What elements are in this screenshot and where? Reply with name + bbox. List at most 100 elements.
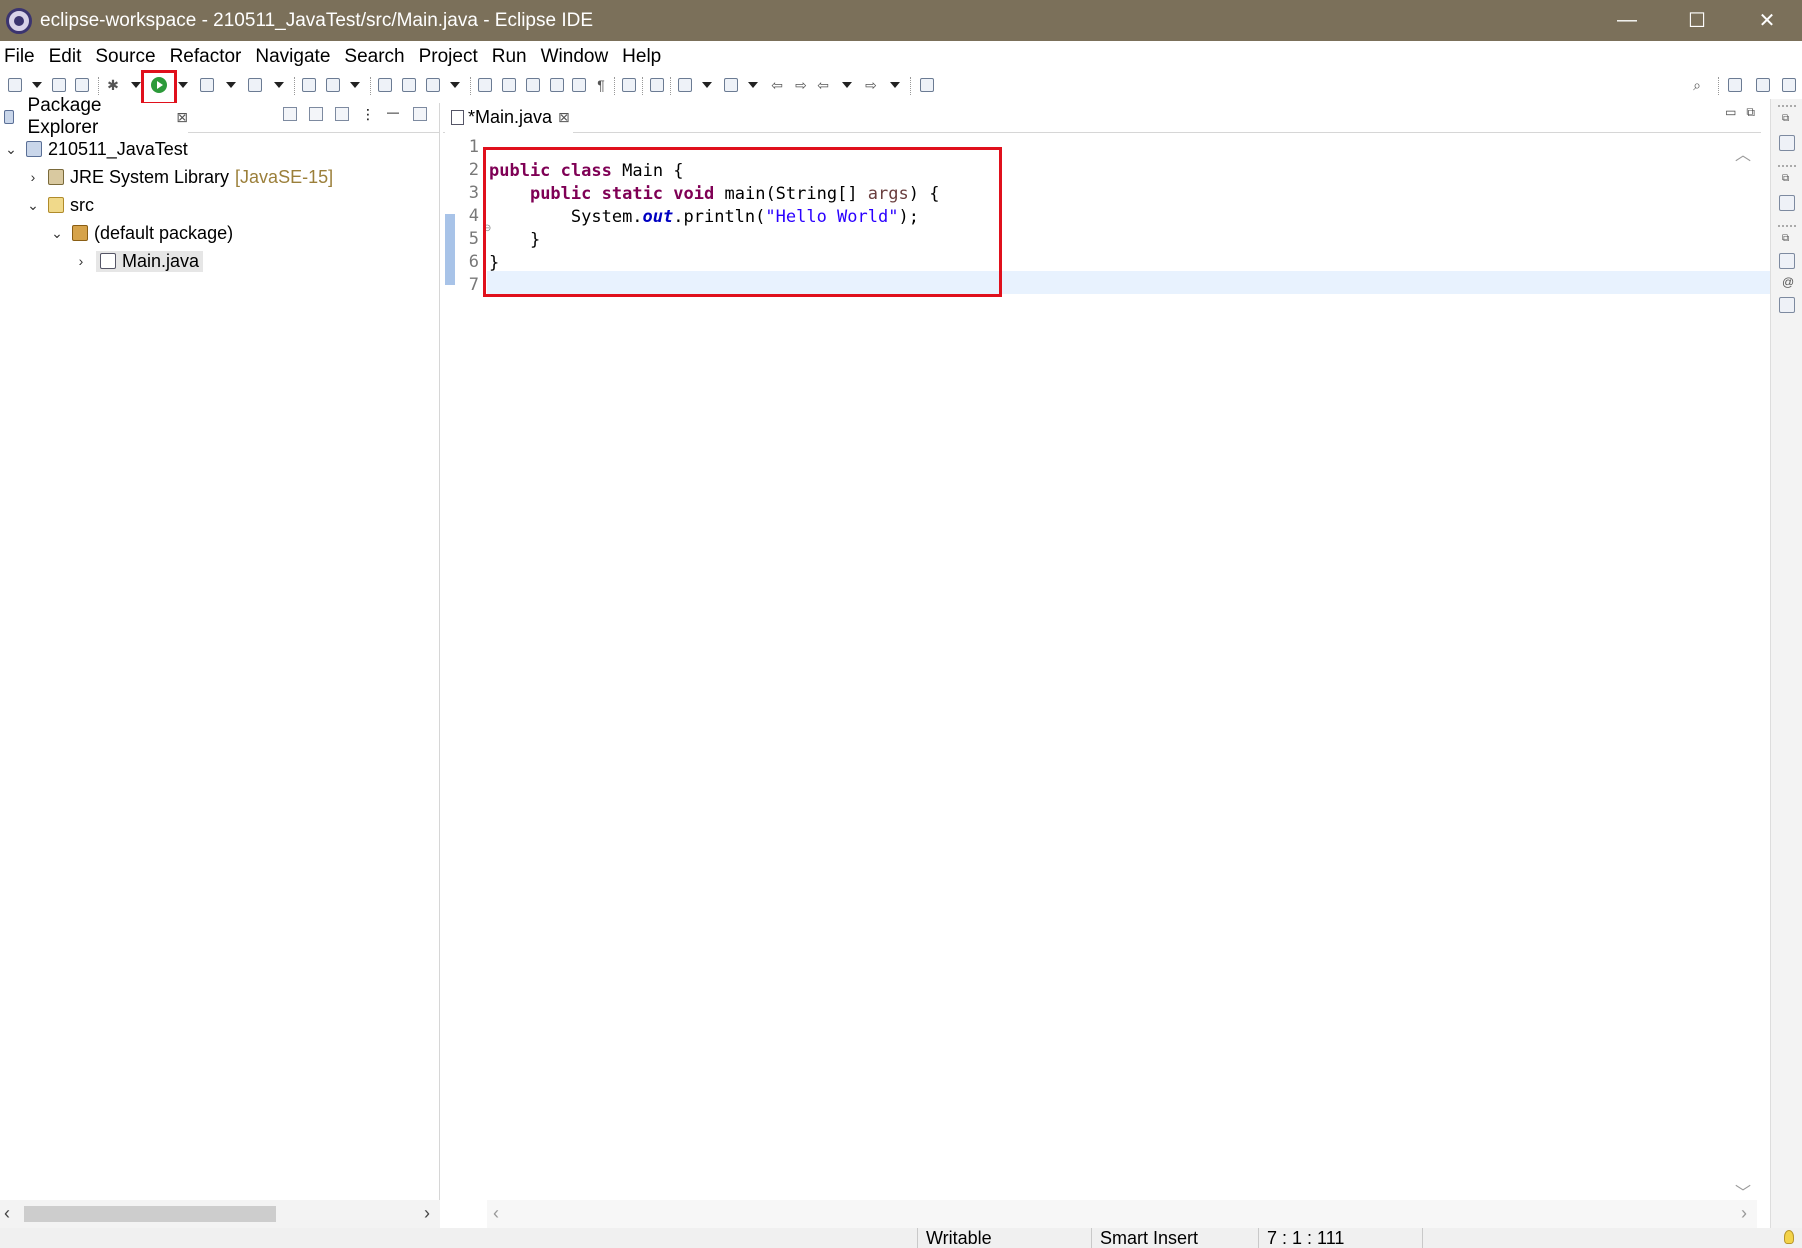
menu-bar: File Edit Source Refactor Navigate Searc…: [0, 41, 1802, 73]
view-menu-icon[interactable]: ⋮: [361, 107, 375, 121]
coverage-icon[interactable]: [198, 76, 216, 94]
java-ee-perspective-icon[interactable]: [1754, 76, 1772, 94]
close-button[interactable]: ✕: [1732, 0, 1802, 41]
menu-run[interactable]: Run: [492, 44, 527, 70]
close-tab-icon[interactable]: ⊠: [558, 109, 570, 126]
menu-help[interactable]: Help: [622, 44, 661, 70]
filters-icon[interactable]: [335, 107, 349, 121]
maximize-view-icon[interactable]: [413, 107, 427, 121]
tree-item-jre-library[interactable]: › JRE System Library [JavaSE-15]: [26, 164, 333, 190]
save-all-icon[interactable]: [73, 76, 91, 94]
new-icon[interactable]: [6, 76, 24, 94]
forward-dropdown-icon[interactable]: [886, 76, 904, 94]
next-annotation-icon[interactable]: [676, 76, 694, 94]
scroll-right-icon[interactable]: ›: [1741, 1203, 1747, 1224]
external-tools-dropdown-icon[interactable]: [270, 76, 288, 94]
scroll-left-icon[interactable]: ‹: [4, 1203, 10, 1224]
skip-breakpoints-icon[interactable]: [648, 76, 666, 94]
chevron-down-icon[interactable]: ⌄: [50, 225, 64, 242]
mark-occurrences-icon[interactable]: [500, 76, 518, 94]
restore-icon[interactable]: ⧉: [1782, 173, 1789, 184]
open-perspective-icon[interactable]: [1726, 76, 1744, 94]
next-annotation-dropdown-icon[interactable]: [698, 76, 716, 94]
chevron-right-icon[interactable]: ›: [74, 253, 88, 269]
minimize-view-icon[interactable]: —: [387, 106, 401, 121]
task-list-icon[interactable]: [1779, 135, 1795, 151]
annotation-icon[interactable]: [476, 76, 494, 94]
open-task-icon[interactable]: [400, 76, 418, 94]
open-type-icon[interactable]: [376, 76, 394, 94]
restore-icon[interactable]: ⧉: [1782, 233, 1789, 244]
scroll-up-icon[interactable]: ︿: [1735, 141, 1751, 165]
menu-search[interactable]: Search: [344, 44, 404, 70]
menu-project[interactable]: Project: [419, 44, 478, 70]
library-icon: [48, 169, 64, 185]
editor-tab-main-java[interactable]: *Main.java ⊠: [445, 103, 573, 133]
package-explorer-icon: [4, 110, 14, 124]
search-dropdown-icon[interactable]: [446, 76, 464, 94]
scrollbar-thumb[interactable]: [24, 1206, 276, 1222]
forward-icon[interactable]: ⇨: [862, 76, 880, 94]
menu-navigate[interactable]: Navigate: [255, 44, 330, 70]
editor-vscrollbar[interactable]: ︿ ﹀: [1731, 137, 1753, 1207]
line-number: 2: [468, 160, 479, 180]
outline-icon[interactable]: [1779, 195, 1795, 211]
pin-editor-icon[interactable]: [918, 76, 936, 94]
javadoc-icon[interactable]: @: [1782, 275, 1794, 289]
breadcrumb-toggle-icon[interactable]: [570, 76, 588, 94]
scroll-right-icon[interactable]: ›: [424, 1203, 430, 1224]
collapse-all-icon[interactable]: [283, 107, 297, 121]
console-icon[interactable]: [620, 76, 638, 94]
package-explorer-hscrollbar[interactable]: ‹ ›: [0, 1200, 440, 1228]
last-edit-forward-icon[interactable]: ⇨: [792, 76, 810, 94]
restore-editor-icon[interactable]: ⧉: [1746, 105, 1755, 120]
search-tool-icon[interactable]: [424, 76, 442, 94]
menu-window[interactable]: Window: [541, 44, 609, 70]
external-tools-icon[interactable]: [246, 76, 264, 94]
menu-source[interactable]: Source: [95, 44, 155, 70]
last-edit-location-icon[interactable]: ⇦: [768, 76, 786, 94]
new-java-package-icon[interactable]: [300, 76, 318, 94]
back-icon[interactable]: ⇦: [814, 76, 832, 94]
minimize-button[interactable]: —: [1592, 0, 1662, 41]
debug-icon[interactable]: ✱: [104, 76, 122, 94]
tree-item-default-package[interactable]: ⌄ (default package): [50, 220, 233, 246]
new-dropdown-icon[interactable]: [28, 76, 46, 94]
close-tab-icon[interactable]: ⊠: [176, 109, 188, 126]
chevron-down-icon[interactable]: ⌄: [4, 141, 18, 158]
word-wrap-icon[interactable]: [548, 76, 566, 94]
maximize-button[interactable]: ☐: [1662, 0, 1732, 41]
java-perspective-icon[interactable]: [1780, 76, 1798, 94]
show-whitespace-icon[interactable]: ¶: [592, 76, 610, 94]
tree-item-project[interactable]: ⌄ 210511_JavaTest: [4, 136, 188, 162]
tree-item-main-java[interactable]: › Main.java: [74, 248, 204, 274]
selected-file[interactable]: Main.java: [96, 250, 204, 272]
editor-hscrollbar[interactable]: ‹ ›: [487, 1200, 1757, 1228]
new-java-class-icon[interactable]: [324, 76, 342, 94]
lightbulb-icon[interactable]: [1784, 1230, 1794, 1244]
menu-edit[interactable]: Edit: [49, 44, 82, 70]
block-selection-icon[interactable]: [524, 76, 542, 94]
toolbar-separator: [370, 77, 371, 95]
code-editor[interactable]: public class Main { public static void m…: [489, 137, 1711, 1207]
menu-refactor[interactable]: Refactor: [170, 44, 242, 70]
search-icon[interactable]: ⌕: [1688, 76, 1706, 94]
problems-icon[interactable]: [1779, 253, 1795, 269]
link-with-editor-icon[interactable]: [309, 107, 323, 121]
declaration-icon[interactable]: [1779, 297, 1795, 313]
save-icon[interactable]: [50, 76, 68, 94]
coverage-dropdown-icon[interactable]: [222, 76, 240, 94]
tree-item-src[interactable]: ⌄ src: [26, 192, 94, 218]
new-class-dropdown-icon[interactable]: [346, 76, 364, 94]
chevron-down-icon[interactable]: ⌄: [26, 197, 40, 214]
previous-annotation-dropdown-icon[interactable]: [744, 76, 762, 94]
project-label: 210511_JavaTest: [48, 138, 188, 159]
package-explorer-tab[interactable]: Package Explorer ⊠: [0, 95, 188, 138]
back-dropdown-icon[interactable]: [838, 76, 856, 94]
chevron-right-icon[interactable]: ›: [26, 169, 40, 185]
scroll-left-icon[interactable]: ‹: [493, 1203, 499, 1224]
menu-file[interactable]: File: [4, 44, 35, 70]
restore-icon[interactable]: ⧉: [1782, 113, 1789, 124]
previous-annotation-icon[interactable]: [722, 76, 740, 94]
minimize-editor-icon[interactable]: ▭: [1725, 105, 1736, 120]
